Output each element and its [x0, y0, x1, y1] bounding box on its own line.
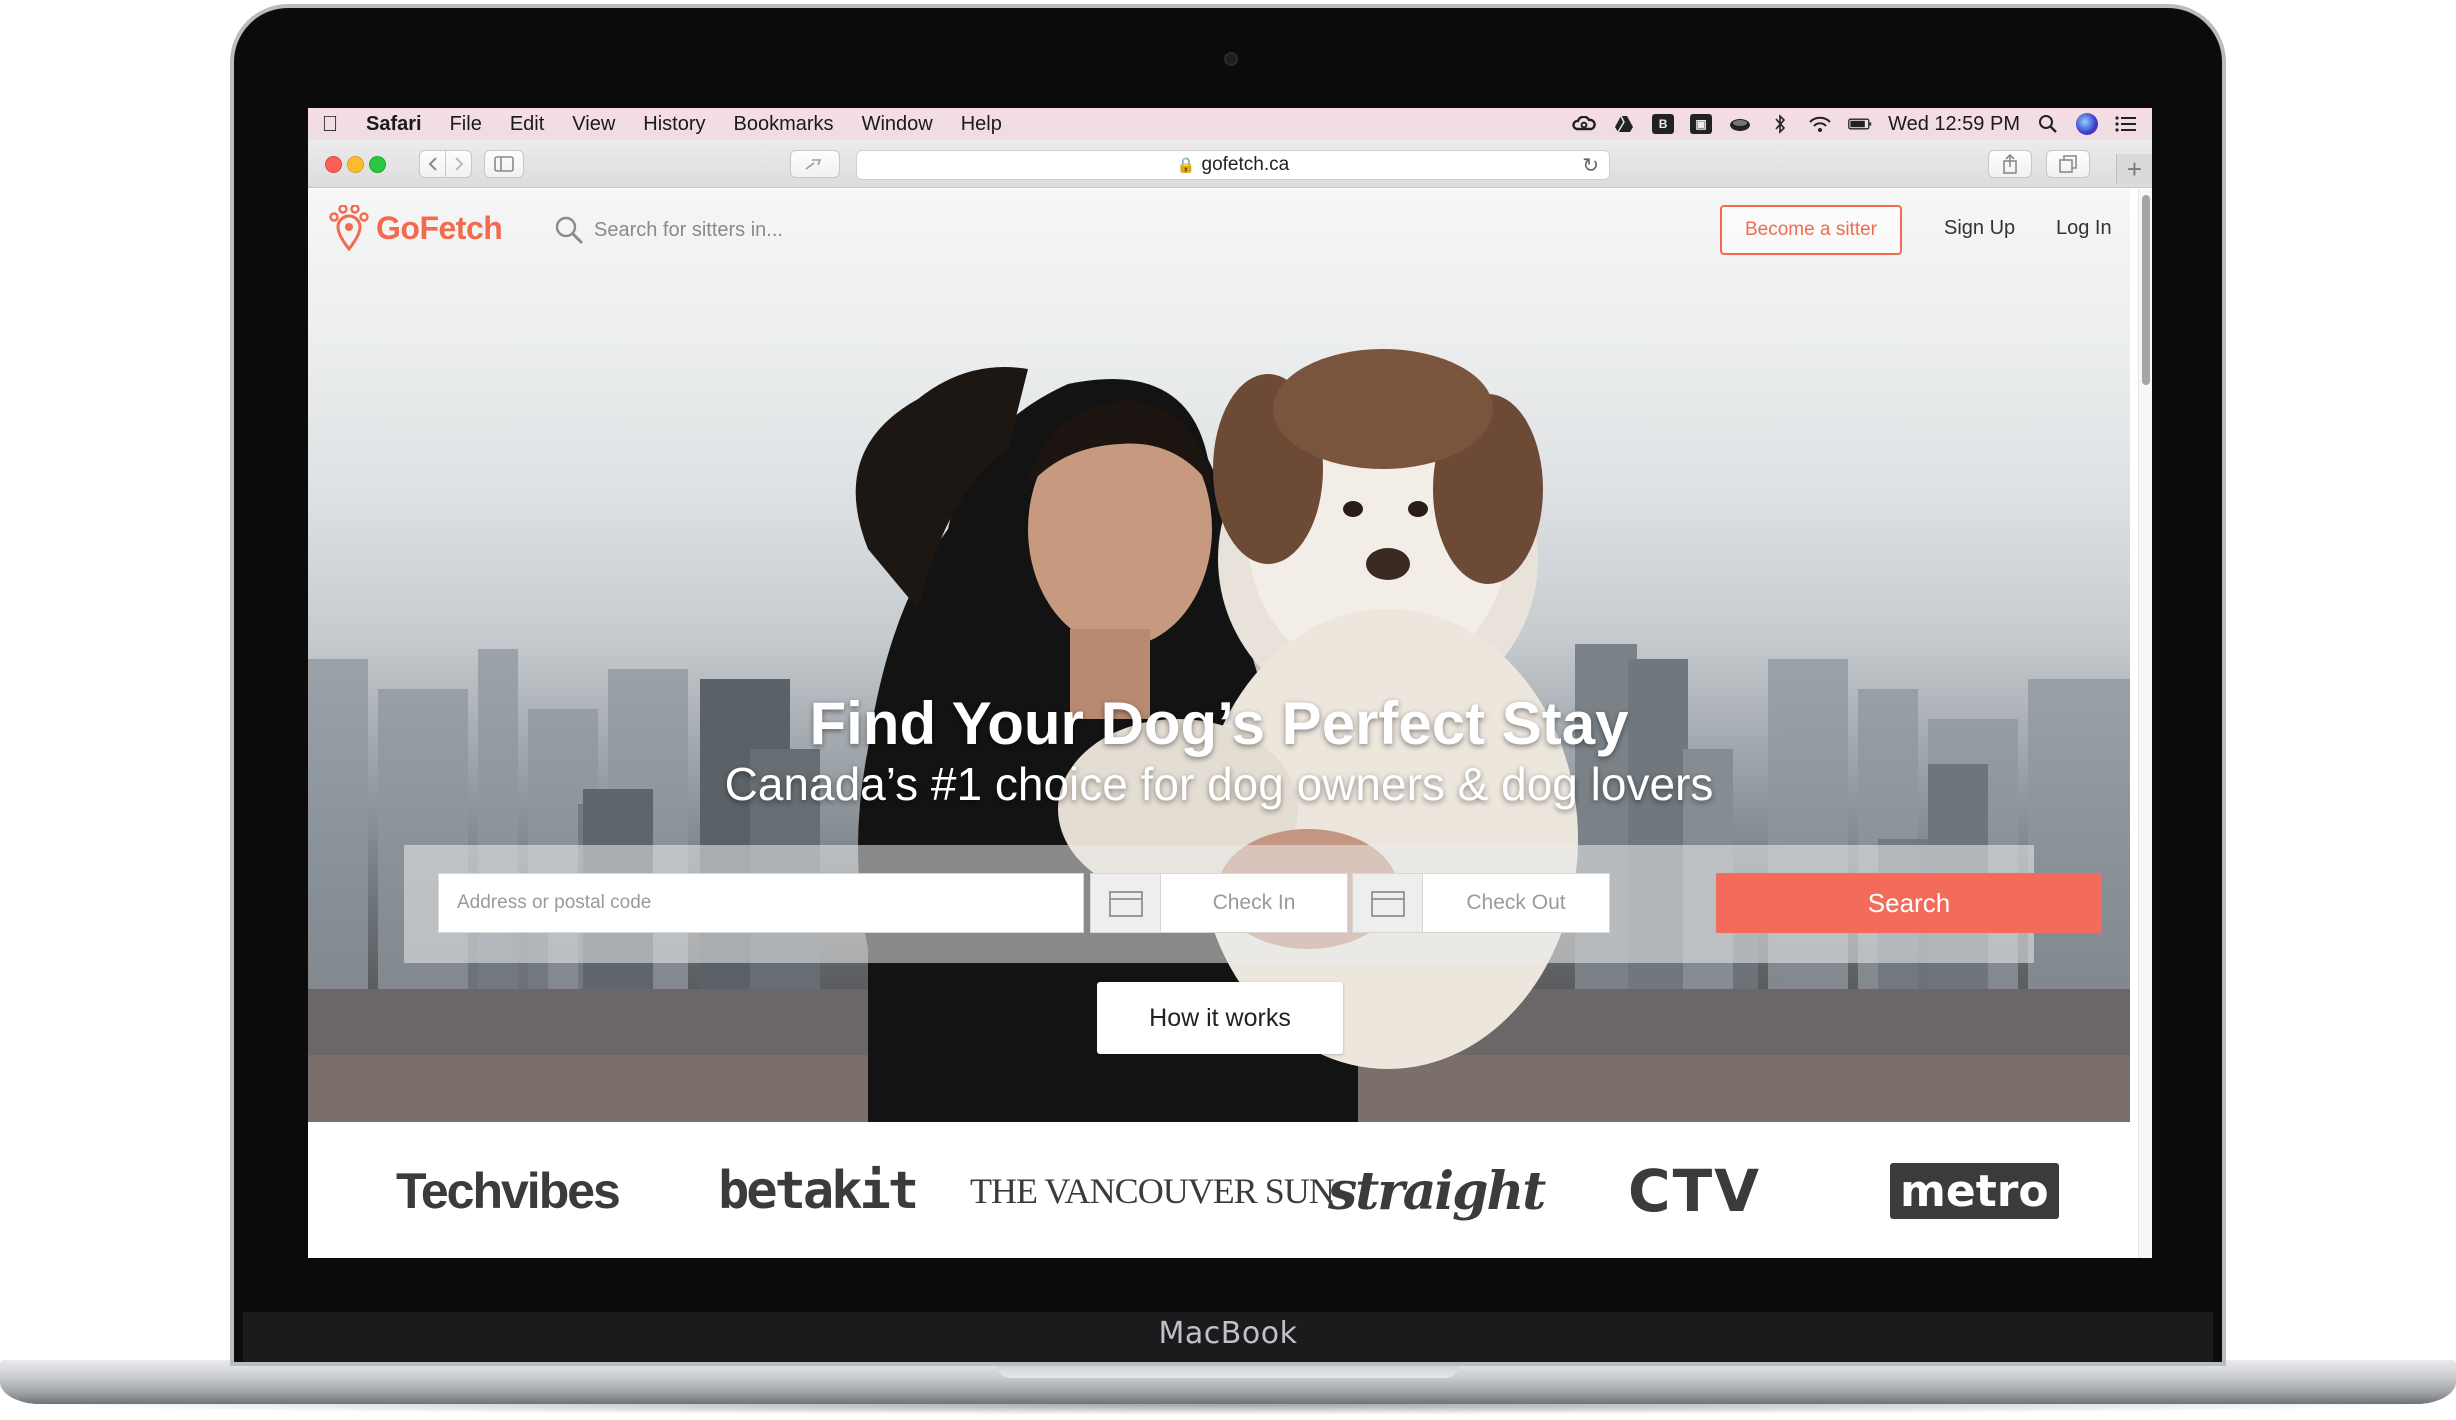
- app-box-icon[interactable]: B: [1652, 114, 1675, 134]
- apple-menu-icon[interactable]: : [308, 111, 352, 137]
- address-input[interactable]: Address or postal code: [438, 873, 1084, 933]
- metro-logo: metro: [1890, 1163, 2059, 1219]
- lock-icon: 🔒: [1176, 157, 1196, 174]
- pin-icon: [805, 159, 822, 170]
- reload-icon[interactable]: ↻: [1582, 153, 1599, 178]
- booking-search-panel: Address or postal code Check In Check Ou…: [404, 845, 2102, 963]
- hero-subheadline: Canada’s #1 choice for dog owners & dog …: [724, 758, 1714, 810]
- check-out-label: Check Out: [1466, 891, 1566, 914]
- calendar-icon: [1091, 874, 1161, 932]
- tabs-overview-button[interactable]: [2046, 150, 2090, 178]
- press-logos: Techvibes betakit THE VANCOUVER SUN stra…: [308, 1122, 2130, 1258]
- bluetooth-icon[interactable]: [1768, 114, 1792, 134]
- cloud-icon[interactable]: [1728, 114, 1752, 134]
- techvibes-logo: Techvibes: [396, 1163, 621, 1219]
- menu-edit[interactable]: Edit: [496, 113, 558, 136]
- check-out-field[interactable]: Check Out: [1352, 873, 1610, 933]
- app-box-2-icon[interactable]: ▣: [1690, 114, 1713, 134]
- sidebar-toggle-button[interactable]: [484, 150, 524, 178]
- logo-text: GoFetch: [376, 209, 503, 246]
- page-scrollbar[interactable]: [2138, 189, 2152, 1258]
- sitter-search-placeholder: Search for sitters in...: [594, 218, 783, 241]
- menu-bookmarks[interactable]: Bookmarks: [720, 113, 848, 136]
- back-button[interactable]: [419, 150, 446, 178]
- hero-headline: Find Your Dog’s Perfect Stay: [809, 690, 1629, 757]
- georgia-straight-logo: straight: [1328, 1160, 1546, 1222]
- search-button[interactable]: Search: [1716, 873, 2102, 933]
- menu-view[interactable]: View: [558, 113, 629, 136]
- menu-file[interactable]: File: [436, 113, 496, 136]
- menu-clock[interactable]: Wed 12:59 PM: [1888, 113, 2020, 136]
- ctv-logo: CTV: [1628, 1157, 1762, 1225]
- check-in-label: Check In: [1212, 891, 1296, 914]
- google-drive-icon[interactable]: [1612, 114, 1636, 134]
- log-in-link[interactable]: Log In: [2056, 217, 2112, 240]
- site-header: GoFetch Search for sitters in... Become …: [308, 189, 2130, 273]
- screen:  Safari File Edit View History Bookmark…: [308, 108, 2152, 1258]
- window-close-button[interactable]: [325, 156, 342, 173]
- spotlight-icon[interactable]: [2036, 114, 2060, 134]
- menu-app-safari[interactable]: Safari: [352, 113, 436, 136]
- camera-icon: [1224, 52, 1238, 66]
- sitter-search[interactable]: Search for sitters in...: [554, 215, 783, 245]
- wifi-icon[interactable]: [1808, 114, 1832, 134]
- vancouver-sun-logo: THE VANCOUVER SUN: [970, 1171, 1335, 1211]
- chevron-right-icon: [454, 157, 463, 171]
- how-it-works-button[interactable]: How it works: [1097, 982, 1343, 1054]
- address-bar[interactable]: 🔒 gofetch.ca ↻: [856, 150, 1610, 180]
- sign-up-link[interactable]: Sign Up: [1944, 217, 2015, 240]
- battery-icon[interactable]: [1848, 114, 1872, 134]
- window-minimize-button[interactable]: [347, 156, 364, 173]
- forward-button[interactable]: [445, 150, 472, 178]
- status-area: B ▣ Wed 12:59 PM: [1572, 108, 2138, 140]
- menu-bar:  Safari File Edit View History Bookmark…: [308, 108, 2152, 140]
- betakit-logo: betakit: [718, 1161, 919, 1221]
- calendar-icon: [1353, 874, 1423, 932]
- notification-center-icon[interactable]: [2114, 114, 2138, 134]
- new-tab-button[interactable]: +: [2116, 154, 2152, 184]
- hero-section: GoFetch Search for sitters in... Become …: [308, 189, 2130, 1122]
- address-bar-url: gofetch.ca: [1201, 154, 1290, 175]
- scrollbar-thumb[interactable]: [2142, 195, 2150, 385]
- check-in-field[interactable]: Check In: [1090, 873, 1348, 933]
- device-label: MacBook: [1158, 1316, 1298, 1351]
- browser-toolbar: 🔒 gofetch.ca ↻: [308, 140, 2152, 188]
- gofetch-logo[interactable]: GoFetch: [328, 205, 503, 251]
- paw-pin-icon: [329, 205, 369, 251]
- creative-cloud-icon[interactable]: [1572, 114, 1596, 134]
- top-sites-button[interactable]: [790, 150, 840, 178]
- menu-help[interactable]: Help: [947, 113, 1016, 136]
- share-button[interactable]: [1988, 150, 2032, 178]
- menu-window[interactable]: Window: [848, 113, 947, 136]
- window-zoom-button[interactable]: [369, 156, 386, 173]
- siri-icon[interactable]: [2076, 113, 2098, 135]
- sidebar-icon: [494, 156, 514, 172]
- search-icon: [555, 216, 584, 245]
- become-sitter-button[interactable]: Become a sitter: [1720, 205, 1902, 255]
- web-page: GoFetch Search for sitters in... Become …: [308, 189, 2152, 1258]
- share-icon: [2003, 154, 2017, 174]
- menu-history[interactable]: History: [629, 113, 719, 136]
- chevron-left-icon: [428, 157, 437, 171]
- tabs-icon: [2059, 155, 2077, 173]
